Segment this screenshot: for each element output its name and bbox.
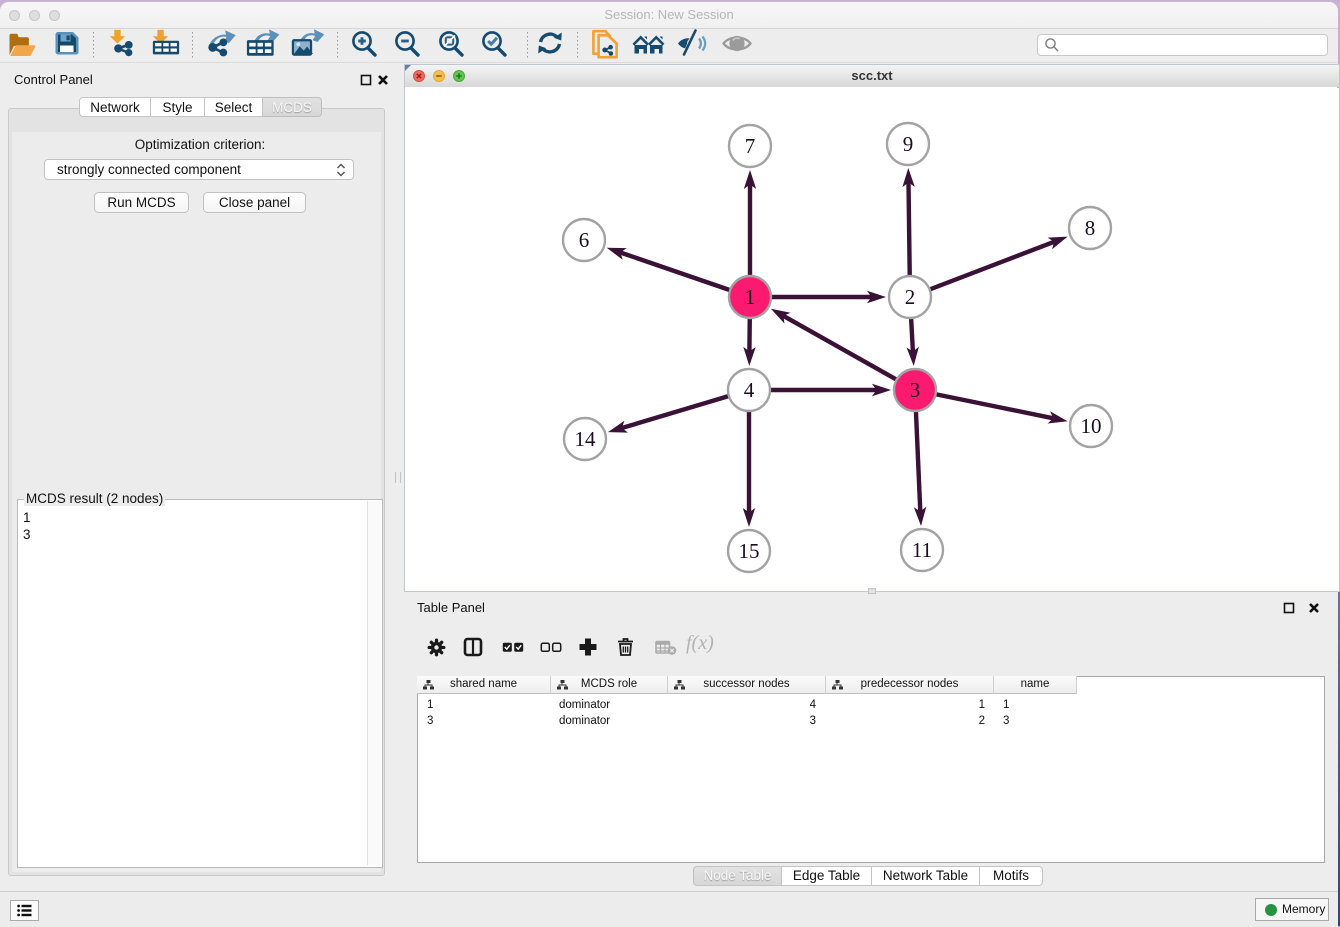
svg-text:7: 7	[745, 134, 756, 158]
svg-text:2: 2	[905, 285, 916, 309]
svg-text:4: 4	[744, 378, 755, 402]
svg-text:10: 10	[1081, 414, 1102, 438]
svg-text:1: 1	[745, 285, 756, 309]
svg-text:9: 9	[903, 132, 914, 156]
svg-text:3: 3	[910, 378, 921, 402]
svg-text:11: 11	[912, 538, 932, 562]
svg-text:15: 15	[739, 539, 760, 563]
svg-text:14: 14	[575, 427, 597, 451]
svg-text:6: 6	[579, 228, 590, 252]
svg-text:8: 8	[1085, 216, 1096, 240]
